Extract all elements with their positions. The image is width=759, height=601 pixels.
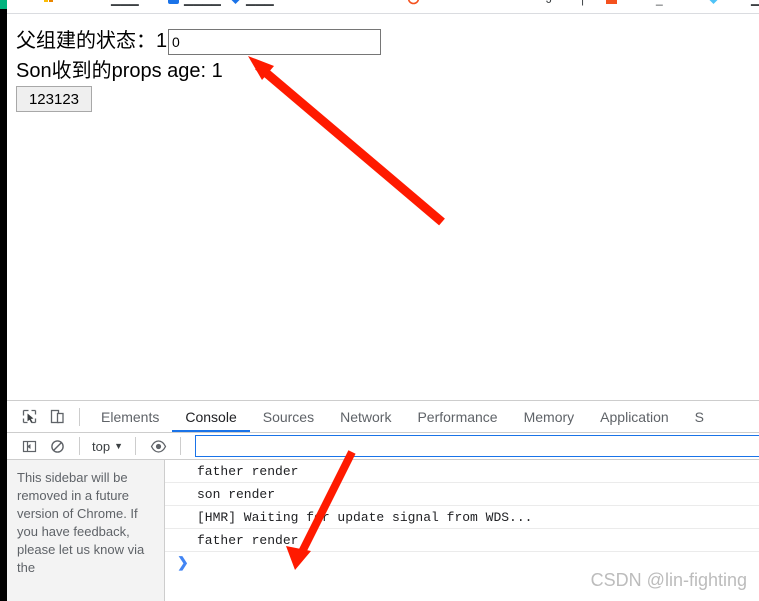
- bookmark-item[interactable]: [605, 0, 618, 13]
- page-viewport: 父组建的状态：1 Son收到的props age: 1 123123: [8, 14, 759, 399]
- bookmark-label: ▁▁▁: [246, 0, 274, 6]
- devtools-tabbar: Elements Console Sources Network Perform…: [7, 401, 759, 433]
- bookmark-item[interactable]: [707, 0, 720, 13]
- bookmark-label: ▁: [751, 0, 759, 6]
- apps-grid-icon: [43, 0, 56, 5]
- tab-memory[interactable]: Memory: [511, 401, 588, 432]
- bookmark-label: J: [546, 0, 552, 6]
- console-toolbar: top ▼: [7, 433, 759, 460]
- browser-window: ▁▁▁ ▁▁▁▁ ▁▁▁ J |: [0, 0, 759, 601]
- console-filter-input[interactable]: [195, 435, 759, 457]
- bookmark-item[interactable]: [43, 0, 73, 13]
- bookmark-item[interactable]: J: [542, 0, 552, 13]
- green-indicator-chip: [0, 0, 7, 9]
- console-log-row[interactable]: [HMR] Waiting for update signal from WDS…: [165, 506, 759, 529]
- tab-elements[interactable]: Elements: [88, 401, 172, 432]
- bookmark-item[interactable]: ▁▁▁: [229, 0, 274, 13]
- bookmark-item[interactable]: |: [577, 0, 584, 13]
- bookmark-label: [60, 0, 73, 6]
- device-toolbar-icon[interactable]: [43, 404, 71, 430]
- bookmark-label: ▁▁▁▁: [184, 0, 221, 6]
- live-expression-icon[interactable]: [144, 433, 172, 459]
- execution-context-label: top: [92, 438, 111, 454]
- bookmark-item[interactable]: _: [652, 0, 663, 13]
- console-log-row[interactable]: father render: [165, 460, 759, 483]
- bookmarks-bar[interactable]: ▁▁▁ ▁▁▁▁ ▁▁▁ J |: [7, 0, 759, 13]
- bookmark-label: ▁▁▁: [111, 0, 139, 6]
- bookmark-item[interactable]: ▁▁▁: [107, 0, 139, 13]
- tab-console[interactable]: Console: [172, 401, 249, 432]
- prompt-chevron-icon: ❯: [177, 556, 189, 572]
- console-sidebar: This sidebar will be removed in a future…: [7, 460, 165, 601]
- console-prompt-input[interactable]: [196, 556, 759, 571]
- show-console-sidebar-icon[interactable]: [15, 433, 43, 459]
- blue-square-icon: [167, 0, 180, 5]
- console-message-list: father render son render [HMR] Waiting f…: [165, 460, 759, 601]
- parent-state-label: 父组建的状态：1: [16, 30, 168, 52]
- diamond-blue-icon: [707, 0, 720, 5]
- devtools-panel: Elements Console Sources Network Perform…: [7, 400, 759, 601]
- bookmark-item[interactable]: [407, 0, 420, 13]
- toolbar-divider: [79, 407, 80, 426]
- console-body: This sidebar will be removed in a future…: [7, 460, 759, 601]
- tab-sources[interactable]: Sources: [250, 401, 327, 432]
- console-toolbar-divider-3: [180, 437, 181, 455]
- bookmark-label: |: [581, 0, 584, 6]
- bookmark-label: _: [656, 0, 663, 6]
- window-left-edge: [0, 0, 7, 601]
- clear-console-icon[interactable]: [43, 433, 71, 459]
- bookmark-item[interactable]: ▁▁▁▁: [167, 0, 221, 13]
- console-prompt-row[interactable]: ❯: [165, 552, 759, 575]
- tab-application[interactable]: Application: [587, 401, 682, 432]
- execution-context-selector[interactable]: top ▼: [88, 439, 127, 454]
- bookmark-item[interactable]: ▁: [747, 0, 759, 13]
- tab-performance[interactable]: Performance: [404, 401, 510, 432]
- action-button[interactable]: 123123: [16, 86, 92, 112]
- console-toolbar-divider-2: [135, 437, 136, 455]
- circle-red-icon: [407, 0, 420, 5]
- diamond-icon: [229, 0, 242, 5]
- state-input[interactable]: [168, 29, 381, 55]
- tab-security[interactable]: S: [682, 401, 717, 432]
- inspect-element-icon[interactable]: [15, 404, 43, 430]
- tab-network[interactable]: Network: [327, 401, 404, 432]
- son-props-label: Son收到的props age: 1: [16, 60, 223, 82]
- console-log-row[interactable]: father render: [165, 529, 759, 552]
- orange-square-icon: [605, 0, 618, 5]
- chevron-down-icon: ▼: [114, 441, 123, 451]
- console-toolbar-divider: [79, 437, 80, 455]
- sidebar-deprecation-message: This sidebar will be removed in a future…: [17, 470, 145, 575]
- console-log-row[interactable]: son render: [165, 483, 759, 506]
